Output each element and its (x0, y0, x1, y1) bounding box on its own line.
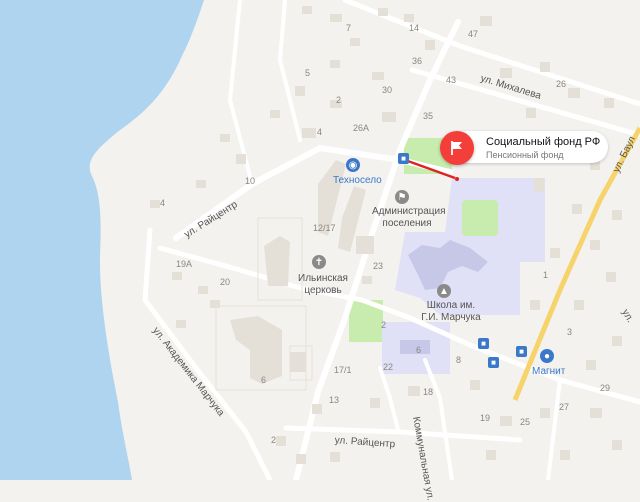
house-number: 20 (220, 277, 231, 287)
house-number: 12/17 (313, 223, 336, 233)
shop-icon[interactable]: ◉ (346, 158, 360, 172)
house-number: 36 (412, 56, 423, 66)
house-number: 5 (305, 68, 311, 78)
bus-stop-icon[interactable]: ■ (398, 153, 409, 164)
house-number: 2 (271, 435, 277, 445)
route-end-dot (455, 177, 459, 181)
house-number: 3 (567, 327, 573, 337)
house-number: 7 (346, 23, 352, 33)
house-number: 27 (559, 402, 570, 412)
church-icon[interactable]: ✝ (312, 255, 326, 269)
flag-icon (451, 141, 462, 155)
house-number: 18 (423, 387, 434, 397)
house-number: 29 (600, 383, 611, 393)
house-number: 26 (556, 79, 567, 89)
poi-administration[interactable]: Администрация поселения (372, 206, 446, 229)
place-title: Социальный фонд РФ (486, 136, 601, 148)
flag-icon[interactable]: ⚑ (395, 190, 409, 204)
house-number: 13 (329, 395, 340, 405)
house-number: 6 (416, 345, 422, 355)
house-number: 30 (382, 85, 393, 95)
poi-tekhnoselo[interactable]: Техносело (333, 175, 382, 187)
place-subtitle: Пенсионный фонд (486, 150, 564, 160)
map-canvas[interactable] (0, 0, 640, 480)
house-number: 6 (261, 375, 267, 385)
selected-place-pin[interactable] (440, 131, 474, 165)
house-number: 23 (373, 261, 384, 271)
house-number: 4 (160, 198, 166, 208)
house-number: 26А (353, 123, 370, 133)
place-card[interactable]: Социальный фонд РФ Пенсионный фонд (462, 131, 608, 163)
house-number: 35 (423, 111, 434, 121)
house-number: 2 (336, 95, 342, 105)
house-number: 43 (446, 75, 457, 85)
house-number: 4 (317, 127, 323, 137)
house-number: 8 (456, 355, 462, 365)
house-number: 22 (383, 362, 394, 372)
house-number: 17/1 (334, 365, 352, 375)
bus-stop-icon[interactable]: ■ (488, 357, 499, 368)
poi-school[interactable]: Школа им. Г.И. Марчука (420, 300, 482, 323)
bus-stop-icon[interactable]: ■ (516, 346, 527, 357)
cart-icon[interactable]: ● (540, 349, 554, 363)
house-number: 25 (520, 417, 531, 427)
house-number: 14 (409, 23, 420, 33)
house-number: 10 (245, 176, 256, 186)
house-number: 1 (543, 270, 549, 280)
school-icon[interactable]: ▲ (437, 284, 451, 298)
school-building (400, 340, 430, 354)
park-area (462, 200, 498, 236)
poi-magnit[interactable]: Магнит (532, 366, 565, 378)
house-number: 19 (480, 413, 491, 423)
house-number: 19А (176, 259, 193, 269)
poi-church[interactable]: Ильинская церковь (298, 273, 348, 296)
house-number: 47 (468, 29, 479, 39)
bus-stop-icon[interactable]: ■ (478, 338, 489, 349)
house-number: 2 (381, 320, 387, 330)
